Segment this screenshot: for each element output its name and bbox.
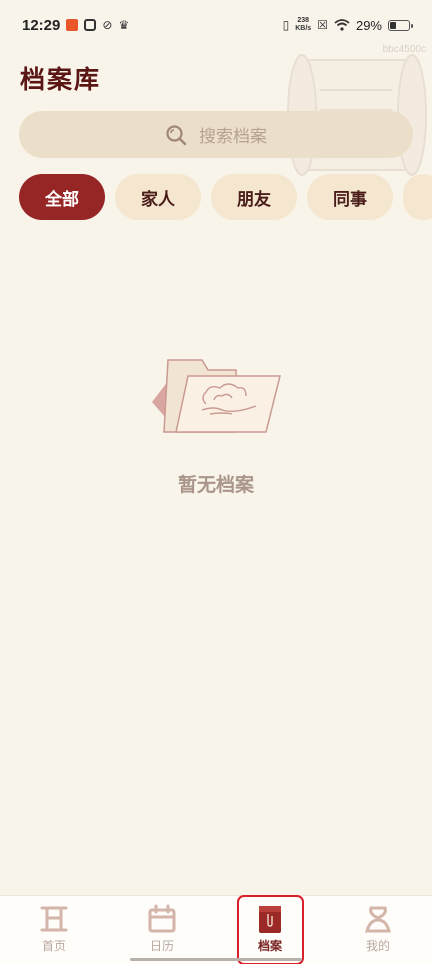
filter-chip-family[interactable]: 家人 <box>115 174 201 220</box>
network-speed-value: 238 <box>297 17 310 24</box>
link-notification-icon: ⊘ <box>102 18 113 32</box>
filter-chip-label: 全部 <box>45 189 79 210</box>
battery-icon <box>388 19 413 31</box>
calendar-icon <box>148 904 176 933</box>
nav-item-calendar[interactable]: 日历 <box>108 896 216 964</box>
page-title: 档案库 <box>20 65 102 94</box>
nav-item-archive[interactable]: 档案 <box>216 896 324 964</box>
filter-chip-colleagues[interactable]: 同事 <box>307 174 393 220</box>
watermark: bbc4500c <box>382 44 426 55</box>
profile-icon <box>365 906 391 933</box>
filter-chip-all[interactable]: 全部 <box>19 174 105 220</box>
search-icon <box>166 124 187 145</box>
home-icon <box>40 906 68 932</box>
app-notification-icon <box>66 19 79 31</box>
nav-item-profile[interactable]: 我的 <box>324 896 432 964</box>
filter-chip-friends[interactable]: 朋友 <box>211 174 297 220</box>
filter-chips: 全部 家人 朋友 同事 <box>19 174 432 220</box>
crown-notification-icon: ♛ <box>118 18 130 32</box>
filter-chip-label: 同事 <box>333 189 367 210</box>
bottom-nav: 首页 日历 档案 我的 <box>0 895 432 964</box>
nav-label: 日历 <box>149 939 174 953</box>
nav-label: 我的 <box>365 939 390 953</box>
filter-chip-label: 家人 <box>141 189 175 210</box>
nav-label: 首页 <box>41 939 66 953</box>
filter-chip-label: 朋友 <box>237 189 271 210</box>
empty-folder-icon <box>152 359 281 433</box>
archive-icon <box>259 906 281 933</box>
nav-item-home[interactable]: 首页 <box>0 896 108 964</box>
message-notification-icon <box>84 19 97 31</box>
nav-label: 档案 <box>257 939 282 953</box>
search-bar[interactable]: 搜索档案 <box>19 111 413 158</box>
home-indicator[interactable] <box>130 958 302 961</box>
status-time: 12:29 <box>22 16 61 34</box>
search-placeholder: 搜索档案 <box>199 127 267 147</box>
filter-chip-more[interactable] <box>403 174 432 220</box>
empty-state-text: 暂无档案 <box>177 474 254 496</box>
